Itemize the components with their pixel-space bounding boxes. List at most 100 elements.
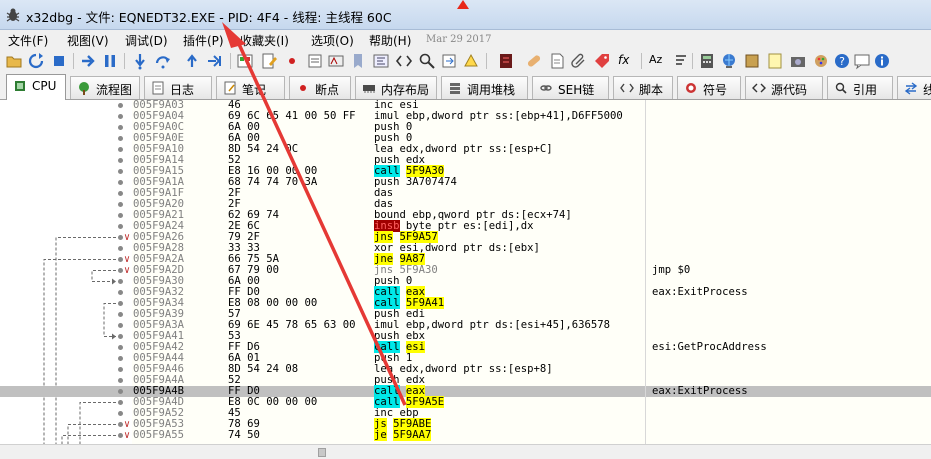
- search-icon[interactable]: [418, 52, 436, 70]
- horizontal-scrollbar[interactable]: [0, 444, 931, 459]
- breakpoint-dot[interactable]: [118, 147, 123, 152]
- notes-icon[interactable]: [766, 52, 784, 70]
- pause-icon[interactable]: [101, 52, 119, 70]
- breakpoint-dot[interactable]: [118, 301, 123, 306]
- tab-call-stack[interactable]: 调用堆栈: [441, 76, 528, 99]
- breakpoint-dot[interactable]: [118, 334, 123, 339]
- references-icon: [835, 82, 847, 94]
- function-icon[interactable]: [372, 52, 390, 70]
- breakpoint-dot[interactable]: [118, 378, 123, 383]
- comment-icon[interactable]: [306, 52, 324, 70]
- run-to-user-icon[interactable]: [205, 52, 223, 70]
- trace-icon[interactable]: [462, 52, 480, 70]
- tab-log[interactable]: 日志: [144, 76, 212, 99]
- menu-plugins[interactable]: 插件(P): [183, 32, 224, 49]
- breakpoint-dot[interactable]: [118, 411, 123, 416]
- breakpoint-dot[interactable]: [118, 268, 123, 273]
- breakpoint-dot[interactable]: [118, 389, 123, 394]
- breakpoint-dot[interactable]: [118, 433, 123, 438]
- breakpoint-dot[interactable]: [118, 180, 123, 185]
- menu-bar: 文件(F) 视图(V) 调试(D) 插件(P) 收藏夹(I) 选项(O) 帮助(…: [0, 30, 931, 49]
- restart-icon[interactable]: [27, 52, 45, 70]
- feedback-icon[interactable]: [853, 52, 871, 70]
- tab-breakpoints[interactable]: 断点: [289, 76, 351, 99]
- breakpoint-dot[interactable]: [118, 257, 123, 262]
- step-into-icon[interactable]: [131, 52, 149, 70]
- tab-label: 符号: [703, 83, 728, 97]
- instruction-comment: esi:GetProcAddress: [652, 341, 767, 353]
- breakpoint-dot[interactable]: [118, 103, 123, 108]
- jump-direction-icon: ∨: [124, 265, 131, 276]
- script-icon[interactable]: [548, 52, 566, 70]
- globe-icon[interactable]: [720, 52, 738, 70]
- tab-graph[interactable]: 流程图: [70, 76, 140, 99]
- palette-icon[interactable]: [812, 52, 830, 70]
- menu-favourites[interactable]: 收藏夹(I): [240, 32, 289, 49]
- tab-seh-chain[interactable]: SEH链: [532, 76, 609, 99]
- breakpoint-dot[interactable]: [118, 202, 123, 207]
- breakpoint-dot[interactable]: [118, 356, 123, 361]
- menu-view[interactable]: 视图(V): [67, 32, 109, 49]
- breakpoint-dot[interactable]: [118, 400, 123, 405]
- memory-map-icon[interactable]: [236, 52, 254, 70]
- disassembly-view[interactable]: 005F9A03 46 inc esi 005F9A04 69 6C 65 41 00 …: [0, 100, 931, 459]
- breakpoint-dot[interactable]: [118, 114, 123, 119]
- breakpoint-dot[interactable]: [118, 224, 123, 229]
- step-over-icon[interactable]: [154, 52, 172, 70]
- help-icon[interactable]: ?: [833, 52, 851, 70]
- sort-icon[interactable]: [672, 52, 690, 70]
- menu-file[interactable]: 文件(F): [8, 32, 48, 49]
- bookmark-icon[interactable]: [349, 52, 367, 70]
- breakpoint-dot[interactable]: [118, 169, 123, 174]
- tag-icon[interactable]: [593, 52, 611, 70]
- open-icon[interactable]: [5, 52, 23, 70]
- breakpoint-dot[interactable]: [118, 125, 123, 130]
- tab-script[interactable]: 脚本: [613, 76, 673, 99]
- step-out-icon[interactable]: [183, 52, 201, 70]
- calculator-icon[interactable]: [698, 52, 716, 70]
- breakpoint-dot[interactable]: [118, 312, 123, 317]
- tab-notes[interactable]: 笔记: [216, 76, 285, 99]
- notes-icon: [224, 81, 236, 95]
- breakpoint-dot[interactable]: [118, 345, 123, 350]
- camera-icon[interactable]: [789, 52, 807, 70]
- tab-memory-map[interactable]: 内存布局: [355, 76, 437, 99]
- goto-icon[interactable]: [440, 52, 458, 70]
- breakpoint-dot[interactable]: [118, 158, 123, 163]
- patch-icon[interactable]: [497, 52, 515, 70]
- edit-icon[interactable]: [260, 52, 278, 70]
- breakpoint-dot[interactable]: [118, 213, 123, 218]
- book-icon[interactable]: [743, 52, 761, 70]
- instruction-row[interactable]: ∨ 005F9A55 74 50 je 5F9AA7: [0, 429, 931, 441]
- menu-debug[interactable]: 调试(D): [125, 32, 168, 49]
- breakpoint-dot[interactable]: [118, 191, 123, 196]
- breakpoint-icon[interactable]: [283, 52, 301, 70]
- bandage-icon[interactable]: [525, 52, 543, 70]
- tab-label: 引用: [853, 83, 878, 97]
- az-label[interactable]: Aᴢ: [649, 53, 662, 66]
- breakpoint-dot[interactable]: [118, 422, 123, 427]
- tab-references[interactable]: 引用: [827, 76, 893, 99]
- info-icon[interactable]: [873, 52, 891, 70]
- tab-source[interactable]: 源代码: [745, 76, 823, 99]
- menu-options[interactable]: 选项(O): [311, 32, 354, 49]
- breakpoint-dot[interactable]: [118, 246, 123, 251]
- breakpoint-dot[interactable]: [118, 279, 123, 284]
- attachment-icon[interactable]: [570, 52, 588, 70]
- breakpoint-dot[interactable]: [118, 235, 123, 240]
- breakpoint-dot[interactable]: [118, 136, 123, 141]
- tab-label: 调用堆栈: [467, 83, 516, 97]
- fx-label[interactable]: fx: [618, 53, 629, 67]
- scrollbar-thumb[interactable]: [318, 448, 326, 457]
- tab-cpu[interactable]: CPU: [6, 74, 66, 100]
- breakpoint-dot[interactable]: [118, 290, 123, 295]
- run-icon[interactable]: [79, 52, 97, 70]
- breakpoint-dot[interactable]: [118, 323, 123, 328]
- stop-icon[interactable]: [50, 52, 68, 70]
- tab-threads[interactable]: 线: [897, 76, 931, 99]
- breakpoint-dot[interactable]: [118, 367, 123, 372]
- code-icon[interactable]: [395, 52, 413, 70]
- menu-help[interactable]: 帮助(H): [369, 32, 411, 49]
- tab-symbols[interactable]: 符号: [677, 76, 741, 99]
- label-icon[interactable]: [327, 52, 345, 70]
